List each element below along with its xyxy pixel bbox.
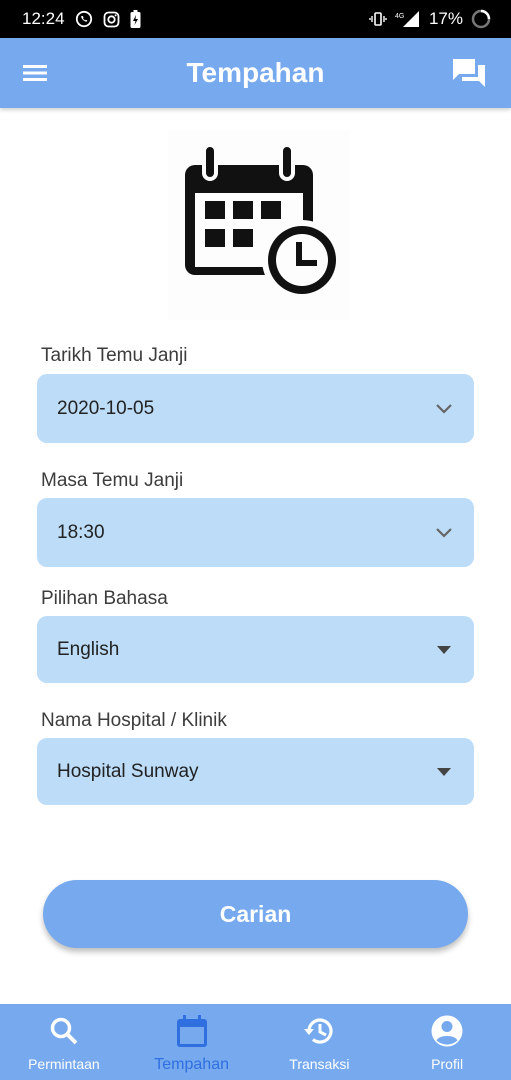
nav-label: Transaksi [289, 1056, 350, 1072]
loading-ring-icon [471, 9, 491, 29]
battery-charging-icon [130, 10, 141, 28]
instagram-icon [103, 11, 120, 28]
page-title: Tempahan [186, 57, 325, 88]
nav-label: Tempahan [154, 1056, 229, 1073]
hamburger-menu-icon [23, 65, 47, 81]
search-button[interactable]: Carian [43, 880, 468, 948]
dropdown-arrow-icon [434, 762, 454, 782]
status-time: 12:24 [22, 9, 65, 28]
battery-percent: 17% [428, 9, 463, 28]
calendar-clock-icon [185, 145, 341, 300]
time-picker[interactable]: 18:30 [37, 498, 474, 567]
vibrate-icon [369, 10, 387, 28]
language-value: English [57, 638, 120, 660]
chevron-down-icon [434, 523, 454, 543]
chat-icon [453, 59, 485, 87]
network-type: 4G [395, 13, 404, 20]
whatsapp-icon [75, 10, 93, 28]
calendar-clock-illustration [168, 130, 350, 320]
nav-label: Profil [431, 1056, 464, 1072]
date-value: 2020-10-05 [57, 397, 155, 419]
search-button-label: Carian [219, 900, 292, 927]
chat-button[interactable] [451, 56, 487, 90]
nav-item-transaksi[interactable]: Transaksi [256, 1004, 384, 1080]
status-bar: 12:24 4G 17% [0, 0, 511, 38]
calendar-icon [175, 1014, 209, 1048]
date-picker[interactable]: 2020-10-05 [37, 374, 474, 443]
hospital-select[interactable]: Hospital Sunway [37, 738, 474, 805]
date-label: Tarikh Temu Janji [41, 345, 188, 366]
hospital-label: Nama Hospital / Klinik [41, 710, 227, 731]
nav-label: Permintaan [28, 1056, 100, 1072]
dropdown-arrow-icon [434, 640, 454, 660]
nav-item-profil[interactable]: Profil [383, 1004, 511, 1080]
app-bar: Tempahan [0, 38, 511, 108]
hospital-value: Hospital Sunway [57, 760, 199, 782]
time-value: 18:30 [57, 521, 105, 543]
nav-item-tempahan[interactable]: Tempahan [128, 1004, 256, 1080]
time-label: Masa Temu Janji [41, 470, 184, 491]
language-select[interactable]: English [37, 616, 474, 683]
language-label: Pilihan Bahasa [41, 588, 168, 609]
signal-icon: 4G [395, 10, 421, 28]
account-circle-icon [430, 1014, 464, 1048]
menu-button[interactable] [20, 60, 50, 86]
history-icon [302, 1014, 336, 1048]
chevron-down-icon [434, 399, 454, 419]
search-icon [47, 1014, 81, 1048]
bottom-nav: Permintaan Tempahan Transaksi Profil [0, 1004, 511, 1080]
nav-item-permintaan[interactable]: Permintaan [0, 1004, 128, 1080]
